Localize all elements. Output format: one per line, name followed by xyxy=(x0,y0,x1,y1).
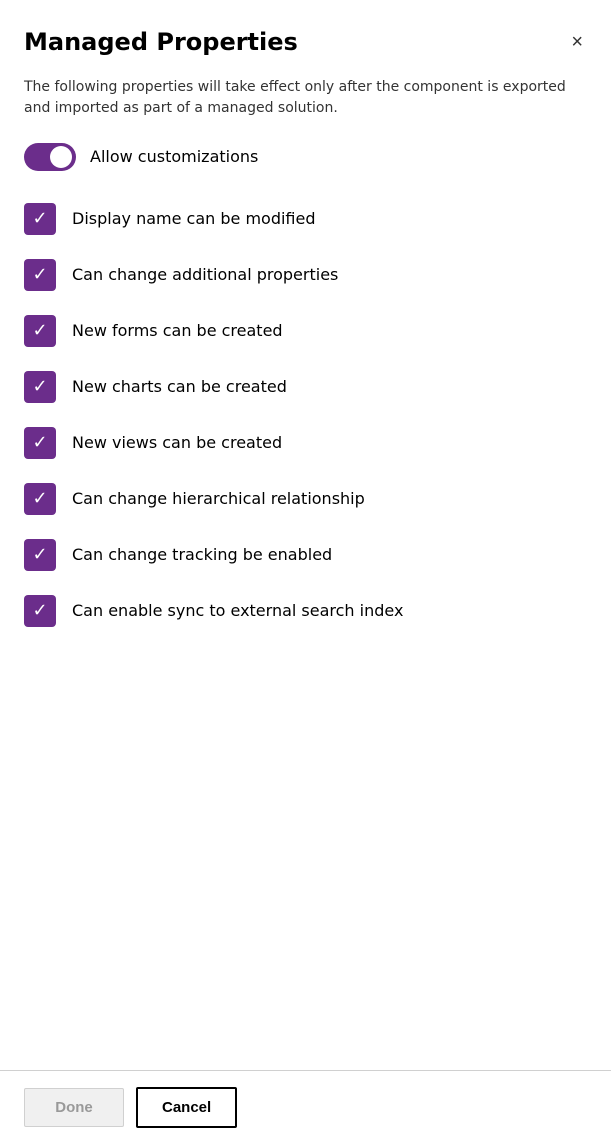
list-item: ✓ Can change hierarchical relationship xyxy=(24,471,587,527)
check-icon: ✓ xyxy=(32,434,47,452)
check-icon: ✓ xyxy=(32,322,47,340)
check-icon: ✓ xyxy=(32,378,47,396)
checkbox-new-views[interactable]: ✓ xyxy=(24,427,56,459)
list-item: ✓ Can change additional properties xyxy=(24,247,587,303)
dialog-title: Managed Properties xyxy=(24,28,298,57)
check-icon: ✓ xyxy=(32,546,47,564)
checkbox-hierarchical[interactable]: ✓ xyxy=(24,483,56,515)
dialog-description: The following properties will take effec… xyxy=(24,77,587,119)
dialog-footer: Done Cancel xyxy=(0,1070,611,1144)
close-button[interactable]: × xyxy=(567,28,587,56)
list-item: ✓ Can enable sync to external search ind… xyxy=(24,583,587,639)
list-item: ✓ Can change tracking be enabled xyxy=(24,527,587,583)
list-item: ✓ New views can be created xyxy=(24,415,587,471)
checkbox-label: Can change additional properties xyxy=(72,264,338,286)
check-icon: ✓ xyxy=(32,602,47,620)
checkbox-label: Can enable sync to external search index xyxy=(72,600,403,622)
checkbox-additional-props[interactable]: ✓ xyxy=(24,259,56,291)
managed-properties-dialog: Managed Properties × The following prope… xyxy=(0,0,611,1144)
allow-customizations-toggle[interactable] xyxy=(24,143,76,171)
checkbox-label: New views can be created xyxy=(72,432,282,454)
check-icon: ✓ xyxy=(32,490,47,508)
toggle-label: Allow customizations xyxy=(90,147,258,166)
checkbox-label: New forms can be created xyxy=(72,320,283,342)
cancel-button[interactable]: Cancel xyxy=(136,1087,237,1128)
checkbox-label: Can change hierarchical relationship xyxy=(72,488,365,510)
checkbox-new-forms[interactable]: ✓ xyxy=(24,315,56,347)
checkbox-label: Can change tracking be enabled xyxy=(72,544,332,566)
list-item: ✓ New charts can be created xyxy=(24,359,587,415)
check-icon: ✓ xyxy=(32,210,47,228)
checkbox-new-charts[interactable]: ✓ xyxy=(24,371,56,403)
list-item: ✓ Display name can be modified xyxy=(24,191,587,247)
checkbox-list: ✓ Display name can be modified ✓ Can cha… xyxy=(24,191,587,639)
checkbox-external-search[interactable]: ✓ xyxy=(24,595,56,627)
list-item: ✓ New forms can be created xyxy=(24,303,587,359)
dialog-header: Managed Properties × xyxy=(24,28,587,57)
done-button[interactable]: Done xyxy=(24,1088,124,1127)
checkbox-label: New charts can be created xyxy=(72,376,287,398)
checkbox-display-name[interactable]: ✓ xyxy=(24,203,56,235)
checkbox-label: Display name can be modified xyxy=(72,208,316,230)
toggle-row: Allow customizations xyxy=(24,143,587,171)
dialog-content: Managed Properties × The following prope… xyxy=(0,0,611,1070)
checkbox-tracking[interactable]: ✓ xyxy=(24,539,56,571)
check-icon: ✓ xyxy=(32,266,47,284)
toggle-thumb xyxy=(50,146,72,168)
